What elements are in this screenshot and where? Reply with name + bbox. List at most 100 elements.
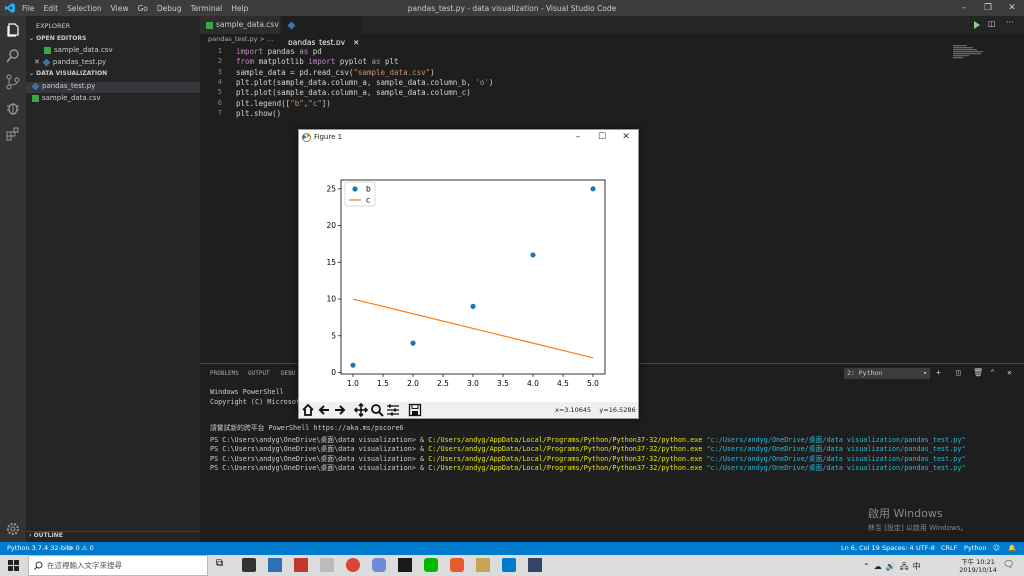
data-point-b[interactable] [530, 252, 536, 258]
y-tick-label: 25 [326, 184, 336, 193]
data-point-b[interactable] [410, 340, 416, 346]
tab-sample-data[interactable]: sample_data.csv [200, 16, 280, 34]
taskbar-app-icon[interactable] [242, 558, 256, 572]
y-tick-label: 15 [326, 258, 336, 267]
taskbar-app-icon[interactable] [294, 558, 308, 572]
activation-watermark: 啟用 Windows 移至 [設定] 以啟用 Windows。 [868, 507, 968, 532]
forward-arrow-icon[interactable] [333, 403, 347, 417]
terminal-line: Copyright (C) Microsoft [210, 397, 305, 406]
line-icon[interactable] [424, 558, 438, 572]
save-icon[interactable] [408, 403, 422, 417]
tab-pandas-test[interactable]: pandas_test.py ✕ [282, 16, 362, 47]
tab-debug-console[interactable]: DEBU [281, 370, 295, 377]
task-view-icon[interactable]: ⧉ [216, 558, 230, 572]
settings-gear-icon[interactable] [5, 521, 21, 537]
language-mode[interactable]: Python [964, 542, 987, 555]
file-item[interactable]: pandas_test.py [26, 82, 200, 93]
code-line[interactable]: plt.plot(sample_data.column_a, sample_da… [236, 88, 471, 97]
pan-icon[interactable] [354, 403, 368, 417]
y-tick-label: 0 [331, 368, 336, 377]
taskbar-app-icon[interactable] [450, 558, 464, 572]
terminal-selector[interactable]: 2: Python ▾ [844, 368, 930, 379]
line-number: 4 [217, 77, 222, 86]
configure-subplots-icon[interactable] [386, 403, 400, 417]
code-line[interactable]: plt.show() [236, 109, 281, 118]
bell-icon[interactable]: 🔔 [1008, 542, 1016, 555]
line-ending[interactable]: CRLF [941, 542, 957, 555]
taskbar-search-input[interactable]: 在這裡輸入文字來搜尋 [28, 555, 208, 576]
folder-section[interactable]: ⌄ DATA VISUALIZATION [26, 70, 200, 81]
y-tick-label: 5 [331, 331, 336, 340]
code-line[interactable]: plt.legend(["b","c"]) [236, 99, 331, 108]
close-button[interactable]: ✕ [1000, 0, 1024, 16]
run-icon[interactable] [973, 21, 981, 29]
taskbar-app-icon[interactable] [320, 558, 334, 572]
feedback-icon[interactable]: ☺ [993, 542, 1000, 555]
restore-button[interactable]: ❐ [976, 0, 1000, 16]
outline-section[interactable]: › OUTLINE [26, 531, 200, 542]
open-editors-section[interactable]: ⌄ OPEN EDITORS [26, 35, 200, 46]
python-taskbar-icon[interactable] [528, 558, 542, 572]
extensions-icon[interactable] [5, 126, 21, 142]
back-arrow-icon[interactable] [317, 403, 331, 417]
clock[interactable]: 下午 10:21 2019/10/14 [958, 556, 998, 574]
data-point-b[interactable] [590, 186, 596, 192]
open-editor-item[interactable]: sample_data.csv [26, 46, 200, 57]
tab-output[interactable]: OUTPUT [248, 370, 270, 377]
code-line[interactable]: import pandas as pd [236, 47, 322, 56]
code-line[interactable]: plt.plot(sample_data.column_a, sample_da… [236, 78, 493, 87]
new-terminal-icon[interactable]: + [936, 368, 941, 377]
windows-start-icon[interactable] [8, 560, 19, 571]
notification-icon[interactable]: 🗨 [1003, 560, 1014, 570]
data-point-b[interactable] [350, 362, 356, 368]
code-token: as [299, 47, 309, 56]
system-tray-icons[interactable]: ⌃☁🔊🖧中 [863, 561, 925, 575]
terminal-command-line: PS C:\Users\andyg\OneDrive\桌面\data visua… [210, 462, 966, 472]
taskbar-app-icon[interactable] [398, 558, 412, 572]
line-number: 3 [217, 67, 222, 76]
tab-problems[interactable]: PROBLEMS [210, 370, 239, 377]
chart-svg[interactable]: 1.0 1.5 2.0 2.5 3.0 3.5 4.0 4.5 5.0 0 5 10 15 20 25 bc [299, 145, 638, 402]
file-item[interactable]: sample_data.csv [26, 94, 200, 105]
zoom-magnifier-icon[interactable] [370, 403, 384, 417]
split-editor-icon[interactable]: ◫ [988, 19, 996, 28]
indentation[interactable]: Spaces: 4 [882, 542, 914, 555]
data-point-b[interactable] [470, 303, 476, 309]
figure-maximize-button[interactable]: ☐ [592, 130, 612, 145]
code-line[interactable]: from matplotlib import pyplot as plt [236, 57, 399, 66]
home-icon[interactable] [301, 403, 315, 417]
trash-icon[interactable]: 🗑 [973, 368, 983, 377]
problems-count[interactable]: ⊗ 0 ⚠ 0 [68, 542, 94, 555]
title-bar: File Edit Selection View Go Debug Terminal Help… [0, 0, 1024, 16]
plot-area[interactable]: 1.0 1.5 2.0 2.5 3.0 3.5 4.0 4.5 5.0 0 5 10 15 20 25 b c [299, 145, 638, 402]
taskbar-app-icon[interactable] [476, 558, 490, 572]
explorer-icon[interactable] [5, 22, 21, 38]
more-actions-icon[interactable]: ··· [1006, 18, 1014, 27]
line-number: 1 [217, 47, 222, 55]
matplotlib-figure-window[interactable]: Figure 1 – ☐ ✕ 1.0 1.5 2.0 2.5 3.0 3.5 4.0 4.5 5… [298, 129, 639, 419]
figure-minimize-button[interactable]: – [568, 130, 588, 145]
minimap[interactable] [953, 45, 983, 59]
encoding[interactable]: UTF-8 [916, 542, 935, 555]
close-icon[interactable]: ✕ [34, 58, 40, 66]
code-token: matplotlib [254, 57, 309, 67]
minimize-button[interactable]: – [952, 0, 976, 16]
search-icon[interactable] [5, 48, 21, 64]
breadcrumb[interactable]: pandas_test.py > ... [200, 34, 1024, 45]
debug-icon[interactable] [5, 100, 21, 116]
code-token: plt.show() [236, 108, 282, 118]
chrome-icon[interactable] [346, 558, 360, 572]
cursor-position[interactable]: Ln 6, Col 19 [841, 542, 880, 555]
open-editor-item[interactable]: ✕ pandas_test.py [26, 58, 200, 69]
taskbar-app-icon[interactable] [268, 558, 282, 572]
maximize-panel-icon[interactable]: ⌃ [990, 368, 995, 377]
python-interpreter[interactable]: Python 3.7.4 32-bit [7, 542, 69, 555]
code-line[interactable]: sample_data = pd.read_csv("sample_data.c… [236, 68, 435, 77]
close-panel-icon[interactable]: ✕ [1007, 368, 1012, 377]
source-control-icon[interactable] [5, 74, 21, 90]
figure-close-button[interactable]: ✕ [616, 130, 636, 145]
explorer-sidebar: EXPLORER ⌄ OPEN EDITORS sample_data.csv … [26, 16, 200, 542]
discord-icon[interactable] [372, 558, 386, 572]
vscode-taskbar-icon[interactable] [502, 558, 516, 572]
split-terminal-icon[interactable]: ◫ [956, 368, 961, 377]
